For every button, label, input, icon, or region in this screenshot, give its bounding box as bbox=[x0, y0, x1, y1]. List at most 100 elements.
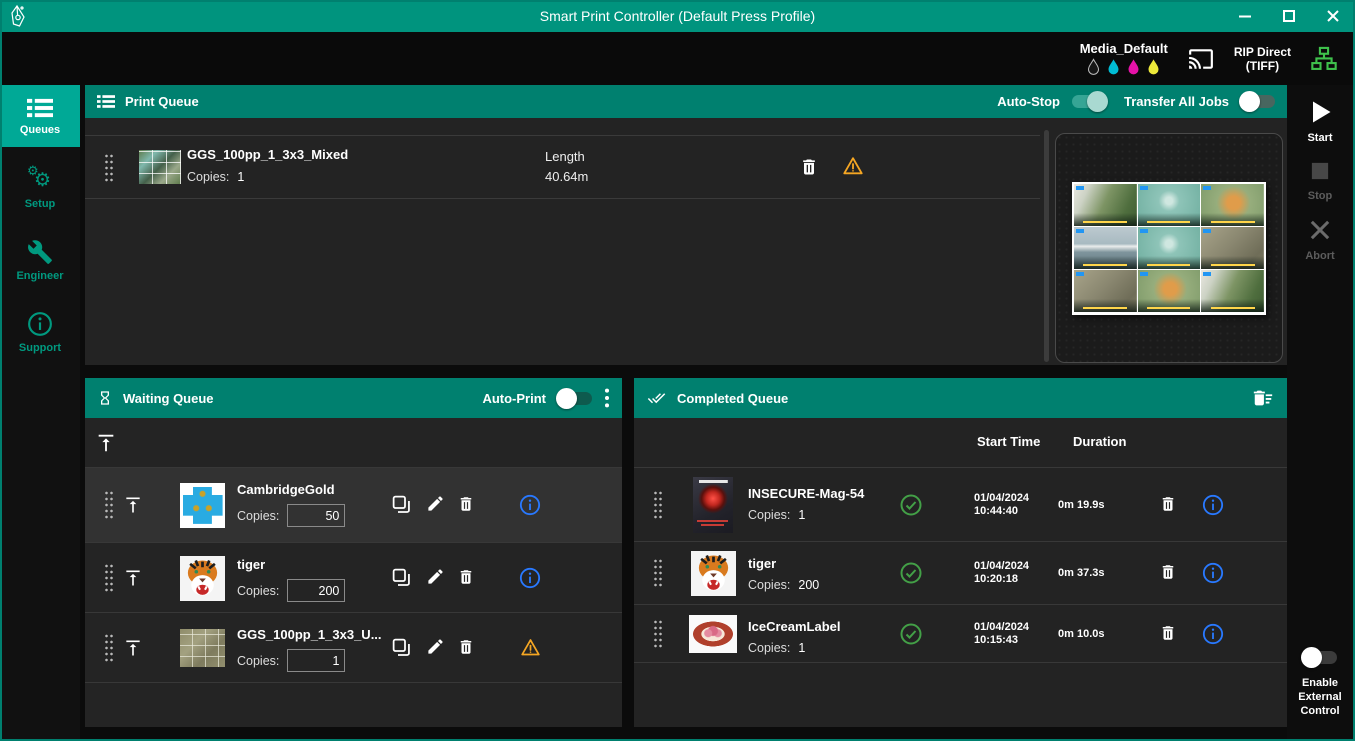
copies-label: Copies: bbox=[748, 508, 790, 522]
move-to-top-button[interactable] bbox=[123, 567, 143, 589]
print-queue-title: Print Queue bbox=[125, 94, 199, 109]
info-icon[interactable] bbox=[519, 567, 541, 589]
job-length: Length 40.64m bbox=[545, 147, 588, 187]
info-icon[interactable] bbox=[1202, 562, 1224, 584]
completed-queue-header: Completed Queue bbox=[634, 378, 1287, 418]
done-all-icon bbox=[646, 389, 667, 407]
move-to-top-button[interactable] bbox=[123, 494, 143, 516]
maximize-button[interactable] bbox=[1267, 0, 1311, 32]
duration-value: 0m 19.9s bbox=[1058, 499, 1104, 511]
waiting-job-row: GGS_100pp_1_3x3_U... Copies: bbox=[85, 613, 622, 683]
delete-job-button[interactable] bbox=[457, 494, 475, 514]
drag-handle-icon[interactable] bbox=[653, 619, 663, 649]
delete-job-button[interactable] bbox=[457, 637, 475, 657]
copies-value: 1 bbox=[237, 170, 244, 184]
job-thumbnail bbox=[180, 556, 225, 601]
warning-icon[interactable] bbox=[519, 637, 542, 658]
info-icon[interactable] bbox=[1202, 494, 1224, 516]
copies-value: 1 bbox=[798, 508, 805, 522]
completed-job-row: INSECURE-Mag-54 Copies: 1 01/04/2024 10:… bbox=[634, 468, 1287, 542]
preview-tile bbox=[1138, 227, 1201, 269]
drag-handle-icon[interactable] bbox=[104, 490, 114, 520]
sidebar-item-support[interactable]: Support bbox=[0, 301, 80, 363]
network-icon[interactable] bbox=[1309, 45, 1339, 73]
stop-icon bbox=[1307, 158, 1333, 184]
edit-job-button[interactable] bbox=[426, 494, 445, 513]
external-control-toggle[interactable] bbox=[1303, 651, 1337, 664]
delete-job-button[interactable] bbox=[1159, 562, 1177, 582]
waiting-queue-panel: Waiting Queue Auto-Print CambridgeGold C… bbox=[85, 378, 622, 727]
edit-job-button[interactable] bbox=[426, 637, 445, 656]
hourglass-icon bbox=[97, 389, 113, 407]
info-icon[interactable] bbox=[519, 494, 541, 516]
preview-tile bbox=[1074, 227, 1137, 269]
support-info-icon bbox=[27, 311, 53, 337]
ink-levels bbox=[1086, 58, 1161, 77]
sidebar-item-engineer[interactable]: Engineer bbox=[0, 229, 80, 291]
copies-value: 1 bbox=[798, 641, 805, 655]
start-button[interactable]: Start bbox=[1287, 97, 1353, 145]
info-icon[interactable] bbox=[1202, 623, 1224, 645]
job-thumbnail bbox=[691, 551, 736, 596]
copies-input[interactable] bbox=[287, 504, 345, 527]
kebab-menu-icon[interactable] bbox=[604, 387, 610, 409]
copies-label: Copies: bbox=[237, 584, 279, 598]
delete-job-button[interactable] bbox=[799, 156, 819, 178]
preview-tile bbox=[1201, 270, 1264, 312]
delete-job-button[interactable] bbox=[1159, 494, 1177, 514]
warning-icon[interactable] bbox=[841, 155, 865, 177]
copies-value: 200 bbox=[798, 578, 819, 592]
auto-stop-toggle[interactable] bbox=[1072, 95, 1106, 108]
delete-job-button[interactable] bbox=[1159, 623, 1177, 643]
copies-label: Copies: bbox=[237, 654, 279, 668]
job-thumbnail bbox=[693, 477, 733, 533]
minimize-button[interactable] bbox=[1223, 0, 1267, 32]
sidebar-item-queues[interactable]: Queues bbox=[0, 85, 80, 147]
duplicate-job-button[interactable] bbox=[391, 637, 412, 658]
sidebar-item-setup[interactable]: ⚙⚙ Setup bbox=[0, 157, 80, 219]
transfer-all-toggle[interactable] bbox=[1241, 95, 1275, 108]
length-label: Length bbox=[545, 147, 588, 167]
rip-mode: RIP Direct (TIFF) bbox=[1234, 45, 1291, 73]
completed-columns-header: Start Time Duration bbox=[634, 418, 1287, 468]
drag-handle-icon[interactable] bbox=[653, 490, 663, 520]
auto-print-toggle[interactable] bbox=[558, 392, 592, 405]
media-status: Media_Default bbox=[1080, 41, 1168, 77]
delete-job-button[interactable] bbox=[457, 567, 475, 587]
job-thumbnail bbox=[180, 483, 225, 528]
media-name: Media_Default bbox=[1080, 41, 1168, 56]
titlebar: Smart Print Controller (Default Press Pr… bbox=[0, 0, 1355, 32]
auto-stop-label: Auto-Stop bbox=[997, 94, 1060, 109]
cast-icon[interactable] bbox=[1186, 46, 1216, 72]
copies-input[interactable] bbox=[287, 649, 345, 672]
gears-icon: ⚙⚙ bbox=[27, 167, 53, 193]
preview-tile bbox=[1074, 184, 1137, 226]
job-thumbnail bbox=[139, 150, 181, 184]
action-rail: Start Stop Abort Enable External Control bbox=[1287, 85, 1353, 741]
close-button[interactable] bbox=[1311, 0, 1355, 32]
print-queue-panel: Print Queue Auto-Stop Transfer All Jobs … bbox=[85, 85, 1287, 365]
clear-completed-button[interactable] bbox=[1251, 387, 1275, 409]
duplicate-job-button[interactable] bbox=[391, 494, 412, 515]
stop-button[interactable]: Stop bbox=[1287, 157, 1353, 203]
print-queue-body: GGS_100pp_1_3x3_Mixed Copies: 1 Length 4… bbox=[85, 118, 1287, 365]
move-to-top-button[interactable] bbox=[123, 637, 143, 659]
preview-sheet bbox=[1072, 182, 1266, 315]
wrench-icon bbox=[27, 239, 53, 265]
ink-drop-black-icon bbox=[1086, 58, 1101, 77]
move-all-to-top-button[interactable] bbox=[95, 431, 117, 455]
print-queue-scrollbar[interactable] bbox=[1044, 130, 1049, 362]
print-queue-icon bbox=[97, 94, 115, 109]
drag-handle-icon[interactable] bbox=[104, 153, 114, 183]
duration-value: 0m 10.0s bbox=[1058, 628, 1104, 640]
copies-input[interactable] bbox=[287, 579, 345, 602]
abort-button[interactable]: Abort bbox=[1287, 215, 1353, 263]
external-control-block: Enable External Control bbox=[1287, 651, 1353, 718]
drag-handle-icon[interactable] bbox=[104, 563, 114, 593]
edit-job-button[interactable] bbox=[426, 567, 445, 586]
completed-check-icon bbox=[899, 561, 923, 590]
drag-handle-icon[interactable] bbox=[104, 633, 114, 663]
status-bar: Media_Default RIP Direct (TIFF) bbox=[0, 32, 1355, 85]
duplicate-job-button[interactable] bbox=[391, 567, 412, 588]
drag-handle-icon[interactable] bbox=[653, 558, 663, 588]
